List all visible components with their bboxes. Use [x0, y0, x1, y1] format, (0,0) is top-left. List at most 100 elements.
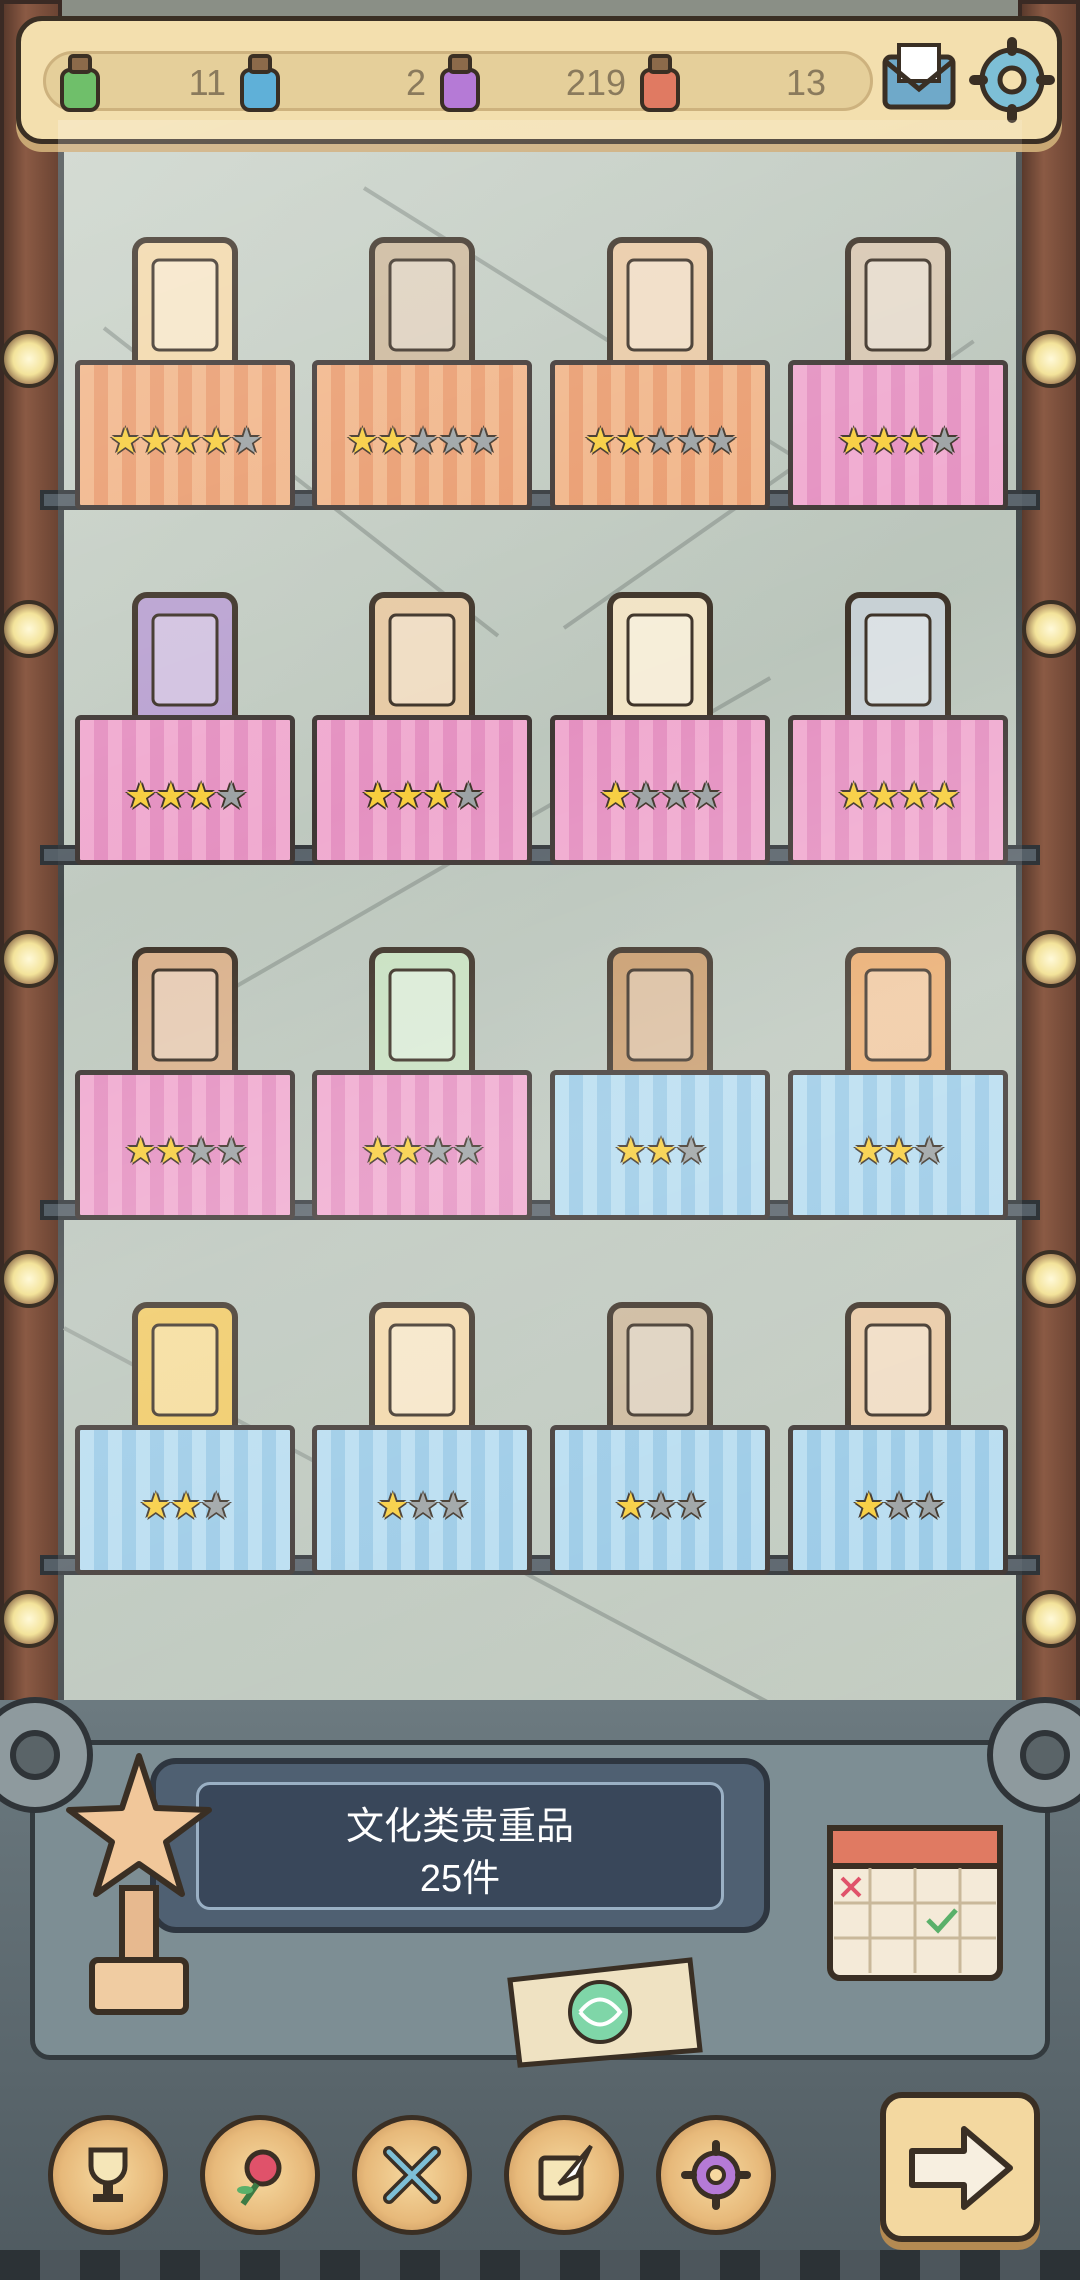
filled-star-icon: ★: [928, 775, 960, 816]
wall-lamp: [1022, 1590, 1080, 1648]
star-rating: ★★★: [788, 1485, 1008, 1527]
star-rating: ★★★★: [788, 775, 1008, 817]
filled-star-icon: ★: [882, 1130, 915, 1171]
collection-slot[interactable]: ★★★★: [75, 940, 295, 1240]
collection-slot[interactable]: ★★★★: [788, 585, 1008, 885]
panel-screen: 文化类贵重品 25件: [196, 1782, 724, 1910]
collection-slot[interactable]: ★★★★★: [550, 230, 770, 530]
gear-nav-button[interactable]: [656, 2115, 776, 2235]
wall-lamp: [1022, 1250, 1080, 1308]
collection-slot[interactable]: ★★★: [550, 1295, 770, 1595]
collection-slot[interactable]: ★★★: [788, 940, 1008, 1240]
empty-star-icon: ★: [629, 775, 662, 816]
resource-purple[interactable]: 219: [440, 54, 646, 114]
empty-star-icon: ★: [882, 1485, 915, 1526]
collection-slot[interactable]: ★★★★: [550, 585, 770, 885]
crossed-tools-icon: [383, 2146, 441, 2204]
trophy-icon: [88, 2147, 128, 2202]
empty-star-icon: ★: [452, 775, 484, 816]
machine-keys: [0, 2250, 1080, 2280]
empty-star-icon: ★: [690, 775, 722, 816]
collection-category-title: 文化类贵重品: [345, 1806, 574, 1848]
wall-lamp: [1022, 930, 1080, 988]
filled-star-icon: ★: [614, 1485, 647, 1526]
collection-info-panel: 文化类贵重品 25件: [150, 1758, 770, 1933]
star-rating: ★★★: [788, 1130, 1008, 1172]
collection-slot[interactable]: ★★★★: [75, 585, 295, 885]
empty-star-icon: ★: [185, 1130, 217, 1171]
wall-lamp: [0, 1590, 58, 1648]
right-arrow-icon: [909, 2126, 1013, 2210]
wall-lamp: [0, 1250, 58, 1308]
collection-slot[interactable]: ★★★★★: [312, 230, 532, 530]
filled-star-icon: ★: [361, 1130, 393, 1171]
rose-icon: [237, 2149, 282, 2206]
resource-green[interactable]: 11: [46, 54, 246, 114]
empty-star-icon: ★: [452, 1130, 484, 1171]
collection-slot[interactable]: ★★★★: [312, 940, 532, 1240]
collection-slot[interactable]: ★★★★★: [75, 230, 295, 530]
wall-lamp: [0, 330, 58, 388]
settings-gear-icon[interactable]: [969, 37, 1055, 123]
resource-blue[interactable]: 2: [240, 54, 446, 114]
map-scroll-icon[interactable]: [500, 1950, 710, 2070]
filled-star-icon: ★: [346, 420, 378, 461]
rose-nav-button[interactable]: [200, 2115, 320, 2235]
filled-star-icon: ★: [614, 420, 647, 461]
filled-star-icon: ★: [391, 1130, 424, 1171]
collection-slot[interactable]: ★★★: [75, 1295, 295, 1595]
gear-icon: [681, 2140, 751, 2210]
star-rating: ★★★★★: [75, 420, 295, 462]
filled-star-icon: ★: [139, 420, 172, 461]
empty-star-icon: ★: [406, 1485, 439, 1526]
empty-star-icon: ★: [422, 1130, 454, 1171]
next-arrow-button[interactable]: [880, 2092, 1040, 2242]
star-rating: ★★★: [550, 1485, 770, 1527]
empty-star-icon: ★: [675, 1130, 707, 1171]
filled-star-icon: ★: [837, 775, 869, 816]
filled-star-icon: ★: [376, 1485, 409, 1526]
wall-lamp: [1022, 600, 1080, 658]
quill-nav-button[interactable]: [504, 2115, 624, 2235]
empty-star-icon: ★: [200, 1485, 232, 1526]
filled-star-icon: ★: [169, 1485, 202, 1526]
filled-star-icon: ★: [898, 420, 930, 461]
mail-icon[interactable]: [879, 39, 959, 119]
empty-star-icon: ★: [215, 1130, 247, 1171]
star-rating: ★★★★: [788, 420, 1008, 462]
empty-star-icon: ★: [215, 775, 247, 816]
star-rating: ★★★: [312, 1485, 532, 1527]
collection-slot[interactable]: ★★★★: [312, 585, 532, 885]
wall-lamp: [0, 600, 58, 658]
filled-star-icon: ★: [124, 775, 156, 816]
filled-star-icon: ★: [376, 420, 409, 461]
resource-count: 11: [188, 62, 226, 103]
filled-star-icon: ★: [361, 775, 393, 816]
collection-slot[interactable]: ★★★: [788, 1295, 1008, 1595]
calendar-icon[interactable]: [820, 1808, 1020, 1988]
filled-star-icon: ★: [154, 775, 187, 816]
filled-star-icon: ★: [614, 1130, 647, 1171]
collection-item-count: 25件: [419, 1858, 501, 1900]
filled-star-icon: ★: [852, 1485, 885, 1526]
empty-star-icon: ★: [675, 420, 707, 461]
resource-red[interactable]: 13: [640, 54, 866, 114]
tools-nav-button[interactable]: [352, 2115, 472, 2235]
star-trophy-icon[interactable]: [64, 1748, 214, 2028]
star-rating: ★★★★: [75, 1130, 295, 1172]
filled-star-icon: ★: [185, 775, 217, 816]
empty-star-icon: ★: [406, 420, 439, 461]
star-rating: ★★★★★: [550, 420, 770, 462]
star-rating: ★★★: [75, 1485, 295, 1527]
trophy-nav-button[interactable]: [48, 2115, 168, 2235]
collection-slot[interactable]: ★★★: [312, 1295, 532, 1595]
collection-slot[interactable]: ★★★★: [788, 230, 1008, 530]
collection-slot[interactable]: ★★★: [550, 940, 770, 1240]
resource-count: 2: [405, 62, 426, 103]
resource-count: 219: [565, 62, 626, 103]
blue-ink-bottle-icon: [240, 54, 280, 112]
filled-star-icon: ★: [644, 1130, 677, 1171]
empty-star-icon: ★: [675, 1485, 707, 1526]
star-rating: ★★★★: [75, 775, 295, 817]
filled-star-icon: ★: [599, 775, 631, 816]
